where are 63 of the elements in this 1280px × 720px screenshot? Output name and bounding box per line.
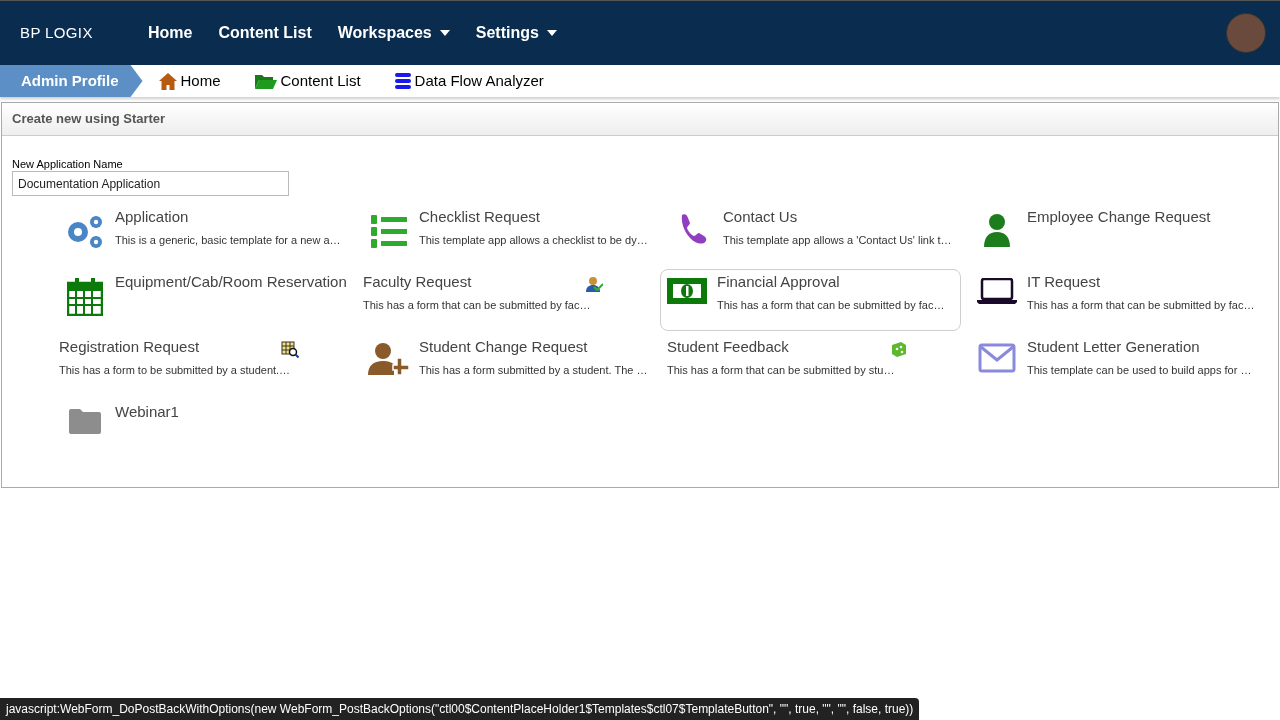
template-title: Student Feedback bbox=[667, 337, 789, 357]
nav-link[interactable]: Settings bbox=[475, 21, 557, 45]
nav-link[interactable]: Content List bbox=[218, 21, 312, 45]
template-description: This has a form that can be submitted by fac… bbox=[363, 298, 591, 313]
template-description: This has a form to be submitted by a student.… bbox=[59, 363, 291, 378]
template-description: This template can be used to build apps for … bbox=[1027, 363, 1252, 378]
template-title: Student Change Request bbox=[419, 337, 588, 357]
template-title: IT Request bbox=[1027, 272, 1101, 292]
template-card[interactable]: Checklist Request This template app allows a checklist to be dy… bbox=[362, 204, 662, 266]
banknote-icon bbox=[667, 278, 707, 304]
avatar[interactable] bbox=[1226, 13, 1266, 53]
template-title: Webinar1 bbox=[115, 402, 179, 422]
laptop-icon bbox=[977, 278, 1017, 304]
template-card[interactable]: Faculty Request This has a form that can be submitted by fac… bbox=[362, 269, 662, 331]
template-title: Checklist Request bbox=[419, 207, 540, 227]
template-card[interactable]: Webinar1 bbox=[58, 399, 358, 461]
nav-link[interactable]: Workspaces bbox=[337, 21, 450, 45]
breadcrumb-link[interactable]: Home bbox=[158, 69, 221, 93]
calendar-icon bbox=[67, 278, 103, 316]
template-card[interactable]: Contact Us This template app allows a 'Contact Us' link t… bbox=[666, 204, 966, 266]
template-description: This is a generic, basic template for a new a… bbox=[115, 233, 341, 248]
template-description: This template app allows a 'Contact Us' link t… bbox=[723, 233, 952, 248]
template-card[interactable]: IT Request This has a form that can be submitted by fac… bbox=[970, 269, 1270, 331]
template-card[interactable]: Student Feedback This has a form that can be submitted by stu… bbox=[666, 334, 966, 396]
panel-title: Create new using Starter bbox=[12, 110, 166, 129]
template-description: This has a form submitted by a student. The … bbox=[419, 363, 648, 378]
template-description: This has a form that can be submitted by fac… bbox=[1027, 298, 1255, 313]
envelope-icon bbox=[978, 343, 1016, 373]
template-title: Student Letter Generation bbox=[1027, 337, 1200, 357]
breadcrumb-link[interactable]: Content List bbox=[254, 69, 361, 93]
template-title: Registration Request bbox=[59, 337, 200, 357]
status-bar: javascript:WebForm_DoPostBackWithOptions(new WebForm_PostBackOptions("ctl00$ContentPlaceHolder1$Templates$ctl07$TemplateButton", "", true, "", "", false, true)) bbox=[0, 698, 920, 720]
user-check-icon bbox=[585, 276, 603, 292]
template-description: This has a form that can be submitted by fac… bbox=[717, 298, 945, 313]
house-icon bbox=[158, 72, 177, 90]
breadcrumb-link[interactable]: Data Flow Analyzer bbox=[394, 69, 544, 93]
template-card[interactable]: Employee Change Request bbox=[970, 204, 1270, 266]
template-card[interactable]: Financial Approval This has a form that can be submitted by fac… bbox=[660, 269, 961, 331]
template-title: Employee Change Request bbox=[1027, 207, 1211, 227]
template-title: Application bbox=[115, 207, 189, 227]
template-card[interactable]: Registration Request This has a form to be submitted by a student.… bbox=[58, 334, 358, 396]
application-name-field[interactable]: Documentation Application bbox=[12, 171, 289, 196]
logo[interactable]: BP LOGIX bbox=[20, 21, 120, 45]
template-title: Financial Approval bbox=[717, 272, 840, 292]
nav-link[interactable]: Home bbox=[148, 21, 193, 45]
template-card[interactable]: Student Letter Generation This template can be used to build apps for … bbox=[970, 334, 1270, 396]
person-icon bbox=[982, 213, 1012, 247]
template-title: Faculty Request bbox=[363, 272, 472, 292]
template-card[interactable]: Student Change Request This has a form submitted by a student. The … bbox=[362, 334, 662, 396]
template-title: Contact Us bbox=[723, 207, 798, 227]
person-plus-icon bbox=[368, 343, 410, 375]
template-description: This template app allows a checklist to be dy… bbox=[419, 233, 648, 248]
folder-icon bbox=[69, 408, 101, 434]
dice-icon bbox=[891, 341, 907, 357]
template-title: Equipment/Cab/Room Reservation bbox=[115, 272, 347, 292]
database-icon bbox=[394, 73, 411, 89]
template-card[interactable]: Application This is a generic, basic template for a new a… bbox=[58, 204, 358, 266]
grid-search-icon bbox=[281, 341, 299, 358]
template-card[interactable]: Equipment/Cab/Room Reservation bbox=[58, 269, 358, 331]
field-label: New Application Name bbox=[12, 158, 124, 170]
template-description: This has a form that can be submitted by stu… bbox=[667, 363, 895, 378]
checklist-icon bbox=[369, 213, 409, 251]
folder-icon bbox=[254, 73, 277, 89]
